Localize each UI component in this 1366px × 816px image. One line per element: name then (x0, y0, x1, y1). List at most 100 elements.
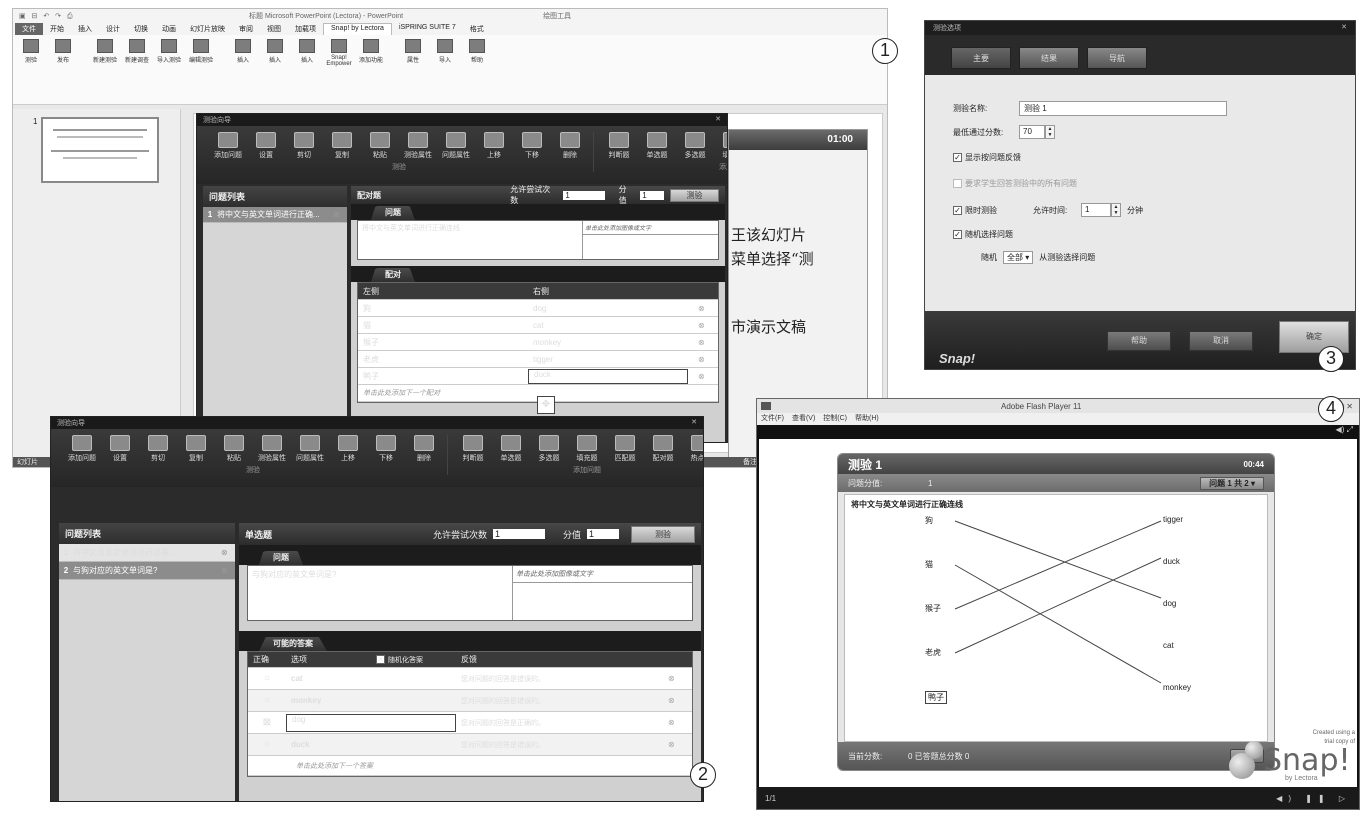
ribbon-button[interactable]: Snap! Empower (325, 39, 353, 67)
toolbar-button[interactable]: 设置 (249, 132, 283, 160)
ribbon-button[interactable]: 插入 (229, 39, 257, 64)
toolbar-button[interactable]: 粘贴 (363, 132, 397, 160)
toolbar-button[interactable]: 复制 (325, 132, 359, 160)
delete-icon[interactable]: ⊗ (698, 338, 718, 347)
options-tab[interactable]: 结果 (1019, 47, 1079, 69)
toolbar-button[interactable]: 复制 (179, 435, 213, 463)
ribbon-button[interactable]: 导入 (431, 39, 459, 64)
ribbon-tab[interactable]: 审阅 (232, 23, 260, 35)
score-stepper[interactable]: 1 (640, 190, 664, 200)
ribbon-button[interactable]: 新建调查 (123, 39, 151, 64)
delete-icon[interactable]: ⊗ (668, 718, 692, 727)
toolbar-button[interactable]: 问题属性 (439, 132, 473, 160)
match-right-item[interactable]: cat (1163, 641, 1174, 650)
delete-icon[interactable]: ⊗ (668, 674, 692, 683)
match-left-item[interactable]: 狗 (925, 515, 933, 526)
ribbon-tab[interactable]: Snap! by Lectora (323, 23, 392, 35)
pair-row[interactable]: 猴子 monkey ⊗ (358, 334, 718, 351)
option-require-all[interactable]: 要求学生回答测验中的所有问题 (953, 171, 1355, 197)
delete-icon[interactable]: ⊗ (698, 304, 718, 313)
question-list-item[interactable]: 1 将中文与英文单词进行正确... ⊗ (203, 207, 347, 223)
quiz-button[interactable]: 测验 (669, 188, 719, 202)
ribbon-tab[interactable]: 文件 (15, 23, 43, 35)
toolbar-button[interactable]: 填充题 (716, 132, 727, 160)
options-tab[interactable]: 导航 (1087, 47, 1147, 69)
ribbon-button[interactable]: 帮助 (463, 39, 491, 64)
toolbar-button[interactable]: 添加问题 (65, 435, 99, 463)
match-right-item[interactable]: tigger (1163, 515, 1183, 524)
question-text[interactable]: 与狗对应的英文单词是? (248, 566, 512, 620)
toolbar-button[interactable]: 填充题 (570, 435, 604, 463)
answer-row[interactable]: ○ monkey 您对问题的回答是错误的。 ⊗ (248, 690, 692, 712)
ribbon-tab[interactable]: 格式 (463, 23, 491, 35)
question-text[interactable]: 将中文与英文单词进行正确连线 (358, 221, 582, 259)
options-tab[interactable]: 主要 (951, 47, 1011, 69)
media-placeholder[interactable]: 单击此处添加图像或文字 (512, 566, 692, 620)
pair-row[interactable]: 老虎 tigger ⊗ (358, 351, 718, 368)
help-button[interactable]: 帮助 (1107, 331, 1171, 351)
shuffle-checkbox[interactable]: ✕ 随机化答案 (376, 655, 456, 665)
correct-radio[interactable]: ○ (248, 739, 286, 750)
question-list-item[interactable]: 1 将中文与英文单词进行正确... ⊗ (59, 544, 235, 562)
pair-row[interactable]: 鸭子 duck ⊗ (358, 368, 718, 385)
ribbon-tab[interactable]: 设计 (99, 23, 127, 35)
delete-icon[interactable]: ⊗ (698, 321, 718, 330)
ribbon-tab[interactable]: 视图 (260, 23, 288, 35)
flash-menu-item[interactable]: 文件(F) (761, 413, 784, 425)
pair-row[interactable]: 狗 dog ⊗ (358, 300, 718, 317)
option-timed[interactable]: ✓ 限时测验 (953, 205, 1023, 216)
ribbon-tab[interactable]: iSPRING SUITE 7 (392, 23, 463, 35)
toolbar-button[interactable]: 上移 (477, 132, 511, 160)
question-nav-select[interactable]: 问题 1 共 2 ▾ (1200, 476, 1264, 490)
close-icon[interactable]: ✕ (1341, 23, 1347, 33)
slide-thumbnail[interactable] (41, 117, 159, 183)
delete-icon[interactable]: ⊗ (333, 210, 347, 219)
ribbon-tab[interactable]: 动画 (155, 23, 183, 35)
toolbar-button[interactable]: 热点题 (684, 435, 703, 463)
toolbar-button[interactable]: 问题属性 (293, 435, 327, 463)
pass-score-stepper[interactable]: 70 (1019, 125, 1045, 139)
correct-radio[interactable]: ○ (248, 673, 286, 684)
delete-icon[interactable]: ⊗ (221, 548, 235, 557)
toolbar-button[interactable]: 下移 (515, 132, 549, 160)
answer-row[interactable]: ○ duck 您对问题的回答是错误的。 ⊗ (248, 734, 692, 756)
status-notes[interactable]: 备注 (743, 457, 757, 467)
flash-menu-item[interactable]: 帮助(H) (855, 413, 879, 425)
toolbar-button[interactable]: 粘贴 (217, 435, 251, 463)
toolbar-button[interactable]: 删除 (407, 435, 441, 463)
ribbon-button[interactable]: 编辑测验 (187, 39, 215, 64)
toolbar-button[interactable]: 匹配题 (608, 435, 642, 463)
delete-icon[interactable]: ⊗ (221, 566, 235, 575)
toolbar-button[interactable]: 设置 (103, 435, 137, 463)
toolbar-button[interactable]: 单选题 (494, 435, 528, 463)
flash-menu-item[interactable]: 查看(V) (792, 413, 815, 425)
quiz-name-input[interactable]: 测验 1 (1019, 100, 1227, 116)
toolbar-button[interactable]: 判断题 (456, 435, 490, 463)
answer-row[interactable]: ○ cat 您对问题的回答是错误的。 ⊗ (248, 668, 692, 690)
toolbar-button[interactable]: 配对题 (646, 435, 680, 463)
flash-menu-item[interactable]: 控制(C) (823, 413, 847, 425)
ribbon-tab[interactable]: 加载项 (288, 23, 323, 35)
ribbon-tab[interactable]: 开始 (43, 23, 71, 35)
ribbon-button[interactable]: 添加功能 (357, 39, 385, 64)
match-right-item[interactable]: monkey (1163, 683, 1191, 692)
delete-icon[interactable]: ⊗ (698, 372, 718, 381)
close-icon[interactable]: ✕ (691, 418, 697, 428)
ribbon-button[interactable]: 新建测验 (91, 39, 119, 64)
stepper-arrows-icon[interactable]: ▲ ▼ (1045, 125, 1055, 139)
attempts-select[interactable]: 1 (493, 529, 546, 539)
ribbon-button[interactable]: 插入 (293, 39, 321, 64)
toolbar-button[interactable]: 下移 (369, 435, 403, 463)
correct-checked-icon[interactable]: ⊠ (248, 717, 286, 728)
ribbon-tab[interactable]: 插入 (71, 23, 99, 35)
match-left-item[interactable]: 老虎 (925, 647, 941, 658)
stepper-arrows-icon[interactable]: ▲ ▼ (1111, 203, 1121, 217)
attempts-select[interactable]: 1 (563, 190, 605, 200)
toolbar-button[interactable]: 剪切 (287, 132, 321, 160)
add-pair-button[interactable]: ✥ (537, 396, 555, 414)
close-icon[interactable]: ✕ (715, 115, 721, 125)
delete-icon[interactable]: ⊗ (698, 355, 718, 364)
cancel-button[interactable]: 取消 (1189, 331, 1253, 351)
random-select[interactable]: 全部 ▾ (1003, 250, 1034, 264)
pair-row[interactable]: 猫 cat ⊗ (358, 317, 718, 334)
